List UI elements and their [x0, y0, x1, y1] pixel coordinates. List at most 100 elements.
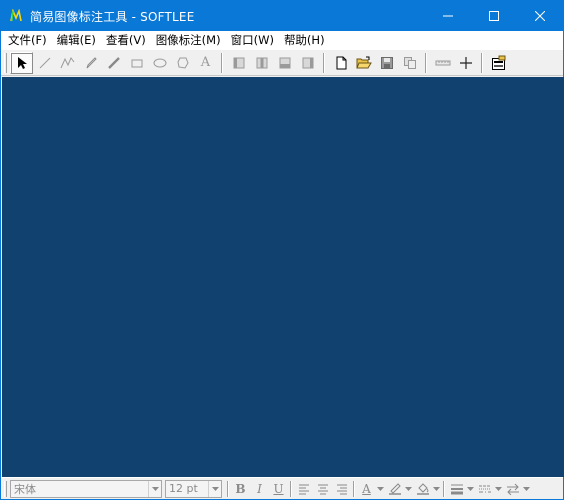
minimize-icon — [443, 15, 453, 17]
toolbar-grip[interactable] — [4, 52, 7, 73]
text-tool-icon: A — [200, 55, 211, 70]
font-size-select[interactable]: 12 pt — [165, 479, 222, 498]
text-align-left-icon — [298, 484, 309, 494]
new-file-button[interactable] — [329, 52, 352, 74]
line-width-button[interactable] — [447, 480, 466, 498]
copy-button[interactable] — [398, 52, 421, 74]
polyline-tool-button[interactable] — [56, 52, 79, 74]
ruler-icon — [435, 60, 450, 65]
chevron-down-icon[interactable] — [148, 480, 161, 497]
open-folder-icon — [355, 56, 372, 68]
menu-help[interactable]: 帮助(H) — [279, 31, 330, 49]
fill-color-dropdown[interactable] — [432, 480, 441, 498]
select-tool-button[interactable] — [10, 51, 33, 74]
toolbar-separator — [443, 480, 445, 497]
chevron-down-icon — [405, 486, 412, 491]
new-file-icon — [336, 56, 346, 69]
chevron-down-icon — [495, 486, 502, 491]
text-align-center-icon — [317, 484, 328, 494]
line-width-dropdown[interactable] — [466, 480, 475, 498]
close-button[interactable] — [517, 1, 563, 31]
ruler-button[interactable] — [431, 52, 454, 74]
align-right-button[interactable] — [296, 52, 319, 74]
align-right-icon — [302, 57, 313, 68]
align-left-icon — [233, 57, 244, 68]
maximize-icon — [489, 11, 499, 21]
toolbar-grip[interactable] — [4, 480, 7, 497]
font-name-select[interactable]: 宋体 — [10, 479, 162, 498]
main-toolbar: A — [1, 49, 563, 76]
text-tool-button[interactable]: A — [194, 52, 217, 74]
arrow-style-button[interactable] — [503, 480, 522, 498]
crosshair-button[interactable] — [454, 52, 477, 74]
ellipse-tool-button[interactable] — [148, 52, 171, 74]
line-style-icon — [478, 485, 491, 492]
line-color-icon — [388, 483, 401, 495]
text-align-center-button[interactable] — [313, 480, 332, 498]
italic-button[interactable]: I — [250, 480, 269, 498]
menu-bar: 文件(F) 编辑(E) 查看(V) 图像标注(M) 窗口(W) 帮助(H) — [1, 31, 563, 49]
rectangle-tool-button[interactable] — [125, 52, 148, 74]
menu-window[interactable]: 窗口(W) — [226, 31, 279, 49]
copy-icon — [403, 56, 416, 69]
font-size-value: 12 pt — [169, 482, 198, 495]
chevron-down-icon — [377, 486, 384, 491]
line-color-button[interactable] — [385, 480, 404, 498]
window-title: 简易图像标注工具 - SOFTLEE — [30, 9, 195, 24]
select-arrow-icon — [17, 56, 27, 69]
toolbar-separator — [425, 52, 427, 73]
font-color-dropdown[interactable] — [376, 480, 385, 498]
align-center-button[interactable] — [250, 52, 273, 74]
properties-icon — [491, 55, 505, 70]
underline-button[interactable]: U — [269, 480, 288, 498]
menu-file[interactable]: 文件(F) — [3, 31, 52, 49]
brush-tool-button[interactable] — [102, 52, 125, 74]
format-toolbar: 宋体 12 pt B I U A — [1, 477, 563, 499]
text-align-right-button[interactable] — [332, 480, 351, 498]
menu-annotate[interactable]: 图像标注(M) — [151, 31, 226, 49]
align-bottom-button[interactable] — [273, 52, 296, 74]
toolbar-separator — [481, 52, 483, 73]
text-align-right-icon — [336, 484, 347, 494]
align-bottom-icon — [279, 57, 290, 68]
toolbar-separator — [353, 480, 355, 497]
font-color-button[interactable]: A — [357, 480, 376, 498]
toolbar-separator — [290, 480, 292, 497]
polyline-icon — [60, 56, 74, 68]
close-icon — [535, 11, 545, 21]
chevron-down-icon — [467, 486, 474, 491]
maximize-button[interactable] — [471, 1, 517, 31]
save-icon — [380, 56, 393, 69]
arrow-style-icon — [506, 483, 519, 495]
text-align-left-button[interactable] — [294, 480, 313, 498]
line-style-dropdown[interactable] — [494, 480, 503, 498]
fill-color-button[interactable] — [413, 480, 432, 498]
chevron-down-icon[interactable] — [208, 480, 221, 497]
app-logo-icon — [8, 8, 24, 24]
arrow-style-dropdown[interactable] — [522, 480, 531, 498]
bold-button[interactable]: B — [231, 480, 250, 498]
rectangle-icon — [131, 59, 142, 67]
title-bar[interactable]: 简易图像标注工具 - SOFTLEE — [1, 1, 563, 31]
crosshair-icon — [459, 56, 472, 69]
menu-view[interactable]: 查看(V) — [101, 31, 151, 49]
align-left-button[interactable] — [227, 52, 250, 74]
properties-button[interactable] — [487, 52, 510, 74]
ellipse-icon — [153, 58, 166, 67]
menu-edit[interactable]: 编辑(E) — [52, 31, 101, 49]
polygon-tool-button[interactable] — [171, 52, 194, 74]
minimize-button[interactable] — [425, 1, 471, 31]
font-name-value: 宋体 — [14, 482, 36, 496]
mdi-canvas-area[interactable] — [2, 77, 564, 477]
chevron-down-icon — [433, 486, 440, 491]
toolbar-separator — [221, 52, 223, 73]
brush-icon — [107, 56, 120, 69]
pencil-tool-button[interactable] — [79, 52, 102, 74]
chevron-down-icon — [523, 486, 530, 491]
open-file-button[interactable] — [352, 52, 375, 74]
line-style-button[interactable] — [475, 480, 494, 498]
line-tool-button[interactable] — [33, 52, 56, 74]
save-button[interactable] — [375, 52, 398, 74]
pencil-icon — [86, 56, 97, 68]
line-color-dropdown[interactable] — [404, 480, 413, 498]
